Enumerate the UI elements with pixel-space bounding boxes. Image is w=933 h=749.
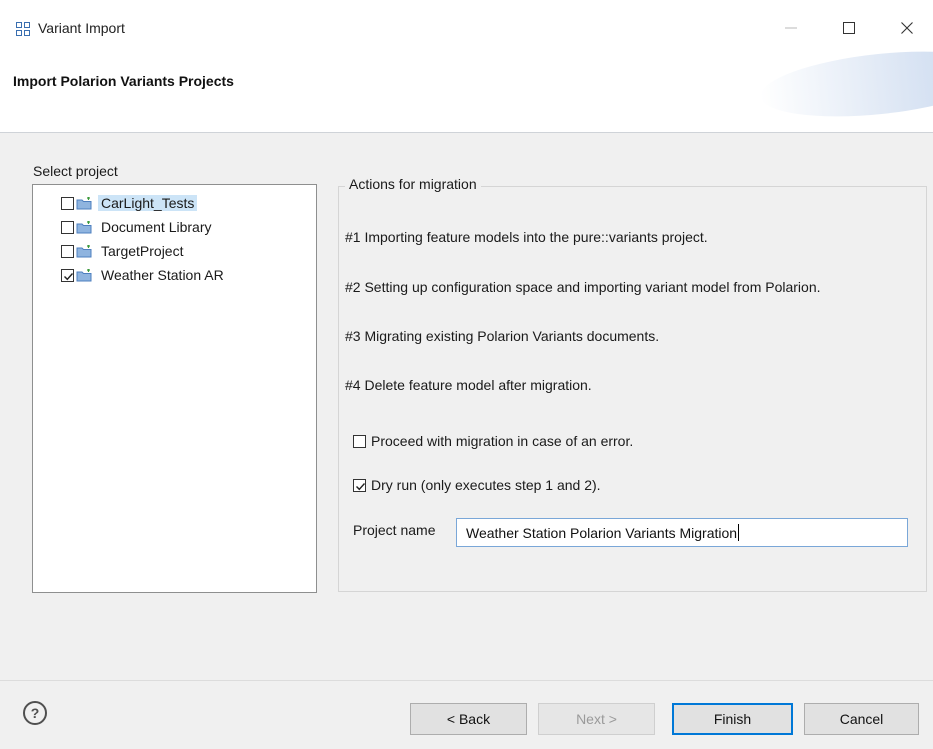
project-checkbox[interactable] — [61, 196, 74, 210]
actions-group-title: Actions for migration — [345, 176, 481, 192]
minimize-icon — [785, 27, 797, 29]
project-item-targetproject[interactable]: TargetProject — [61, 241, 186, 261]
project-folder-icon — [76, 196, 92, 209]
maximize-icon — [843, 22, 855, 34]
maximize-button[interactable] — [826, 12, 872, 44]
proceed-on-error-option[interactable]: Proceed with migration in case of an err… — [353, 433, 633, 449]
migration-step-4: #4 Delete feature model after migration. — [345, 377, 592, 393]
title-bar: Variant Import — [0, 0, 933, 46]
grid-icon — [16, 22, 31, 37]
page-title: Import Polarion Variants Projects — [13, 73, 234, 89]
checkmark-icon — [356, 482, 366, 490]
project-label: Document Library — [101, 219, 212, 235]
proceed-on-error-label: Proceed with migration in case of an err… — [371, 433, 634, 449]
migration-step-1: #1 Importing feature models into the pur… — [345, 229, 708, 245]
dry-run-label: Dry run (only executes step 1 and 2). — [371, 477, 601, 493]
header-banner-graphic — [757, 46, 933, 127]
project-label: CarLight_Tests — [98, 195, 198, 211]
project-tree[interactable]: CarLight_Tests Document Library TargetPr… — [32, 184, 317, 593]
project-name-value: Weather Station Polarion Variants Migrat… — [466, 524, 738, 541]
project-name-label: Project name — [353, 522, 436, 538]
project-folder-icon — [76, 268, 92, 281]
next-button[interactable]: Next > — [538, 703, 655, 735]
project-item-carlight-tests[interactable]: CarLight_Tests — [61, 193, 198, 213]
project-checkbox-checked[interactable] — [61, 268, 74, 282]
cancel-button[interactable]: Cancel — [804, 703, 919, 735]
project-checkbox[interactable] — [61, 244, 74, 258]
project-name-input[interactable]: Weather Station Polarion Variants Migrat… — [456, 518, 908, 547]
project-label: Weather Station AR — [101, 267, 224, 283]
wizard-header: Import Polarion Variants Projects — [0, 46, 933, 133]
project-folder-icon — [76, 220, 92, 233]
window-title: Variant Import — [38, 20, 125, 36]
footer-separator — [0, 680, 933, 681]
project-label: TargetProject — [101, 243, 184, 259]
select-project-label: Select project — [33, 163, 118, 179]
proceed-on-error-checkbox[interactable] — [353, 434, 366, 448]
project-folder-icon — [76, 244, 92, 257]
migration-step-2: #2 Setting up configuration space and im… — [345, 279, 821, 295]
migration-step-3: #3 Migrating existing Polarion Variants … — [345, 328, 660, 344]
project-item-document-library[interactable]: Document Library — [61, 217, 215, 237]
wizard-content: Select project CarLight_Tests Document L… — [0, 133, 933, 749]
dry-run-checkbox[interactable] — [353, 478, 366, 492]
back-button[interactable]: < Back — [410, 703, 527, 735]
checkmark-icon — [64, 272, 74, 280]
minimize-button[interactable] — [768, 12, 814, 44]
finish-button[interactable]: Finish — [672, 703, 793, 735]
close-button[interactable] — [884, 12, 930, 44]
project-item-weather-station-ar[interactable]: Weather Station AR — [61, 265, 227, 285]
close-icon — [901, 22, 913, 34]
help-icon[interactable]: ? — [23, 701, 47, 725]
project-checkbox[interactable] — [61, 220, 74, 234]
dry-run-option[interactable]: Dry run (only executes step 1 and 2). — [353, 477, 601, 493]
text-caret — [738, 524, 740, 541]
